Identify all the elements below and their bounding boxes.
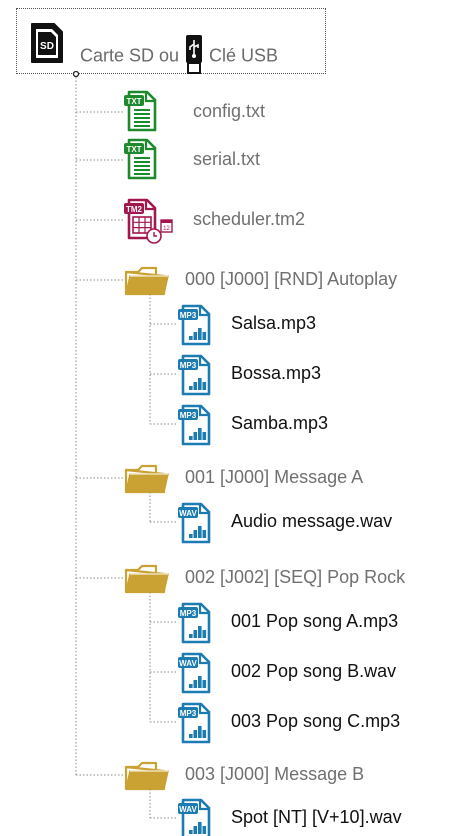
folder-icon	[124, 564, 169, 594]
file-name: config.txt	[193, 101, 266, 121]
audio-file-name: 001 Pop song A.mp3	[231, 611, 399, 631]
svg-text:12: 12	[163, 226, 170, 232]
mp3-file-icon: MP3	[178, 304, 211, 346]
folder-name: 003 [J000] Message B	[185, 764, 365, 784]
svg-text:MP3: MP3	[180, 709, 197, 718]
svg-text:WAV: WAV	[179, 805, 197, 814]
file-name: scheduler.tm2	[193, 209, 306, 229]
mp3-file-icon: MP3	[178, 602, 211, 644]
svg-text:TM2: TM2	[126, 205, 143, 214]
txt-file-icon: TXT	[124, 138, 157, 180]
folder-name: 002 [J002] [SEQ] Pop Rock	[185, 567, 406, 587]
audio-file-name: Spot [NT] [V+10].wav	[231, 807, 402, 827]
svg-text:MP3: MP3	[180, 609, 197, 618]
folder-icon	[124, 761, 169, 791]
audio-file-name: Bossa.mp3	[231, 363, 322, 383]
folder-name: 000 [J000] [RND] Autoplay	[185, 269, 398, 289]
svg-text:MP3: MP3	[180, 361, 197, 370]
svg-text:TXT: TXT	[126, 97, 141, 106]
tm2-file-icon: TM2 12	[124, 198, 173, 244]
wav-file-icon: WAV	[178, 652, 211, 694]
folder-icon	[124, 464, 169, 494]
folder-name: 001 [J000] Message A	[185, 467, 364, 487]
mp3-file-icon: MP3	[178, 404, 211, 446]
wav-file-icon: WAV	[178, 798, 211, 836]
mp3-file-icon: MP3	[178, 702, 211, 744]
svg-text:WAV: WAV	[179, 659, 197, 668]
svg-text:WAV: WAV	[179, 509, 197, 518]
svg-text:MP3: MP3	[180, 311, 197, 320]
file-name: serial.txt	[193, 149, 261, 169]
audio-file-name: 003 Pop song C.mp3	[231, 711, 401, 731]
txt-file-icon: TXT	[124, 90, 157, 132]
folder-icon	[124, 266, 169, 296]
audio-file-name: Audio message.wav	[231, 511, 393, 531]
wav-file-icon: WAV	[178, 502, 211, 544]
audio-file-name: Salsa.mp3	[231, 313, 317, 333]
svg-text:TXT: TXT	[126, 145, 141, 154]
audio-file-name: Samba.mp3	[231, 413, 329, 433]
audio-file-name: 002 Pop song B.wav	[231, 661, 397, 681]
mp3-file-icon: MP3	[178, 354, 211, 396]
svg-text:MP3: MP3	[180, 411, 197, 420]
tree-root-node	[72, 70, 80, 78]
